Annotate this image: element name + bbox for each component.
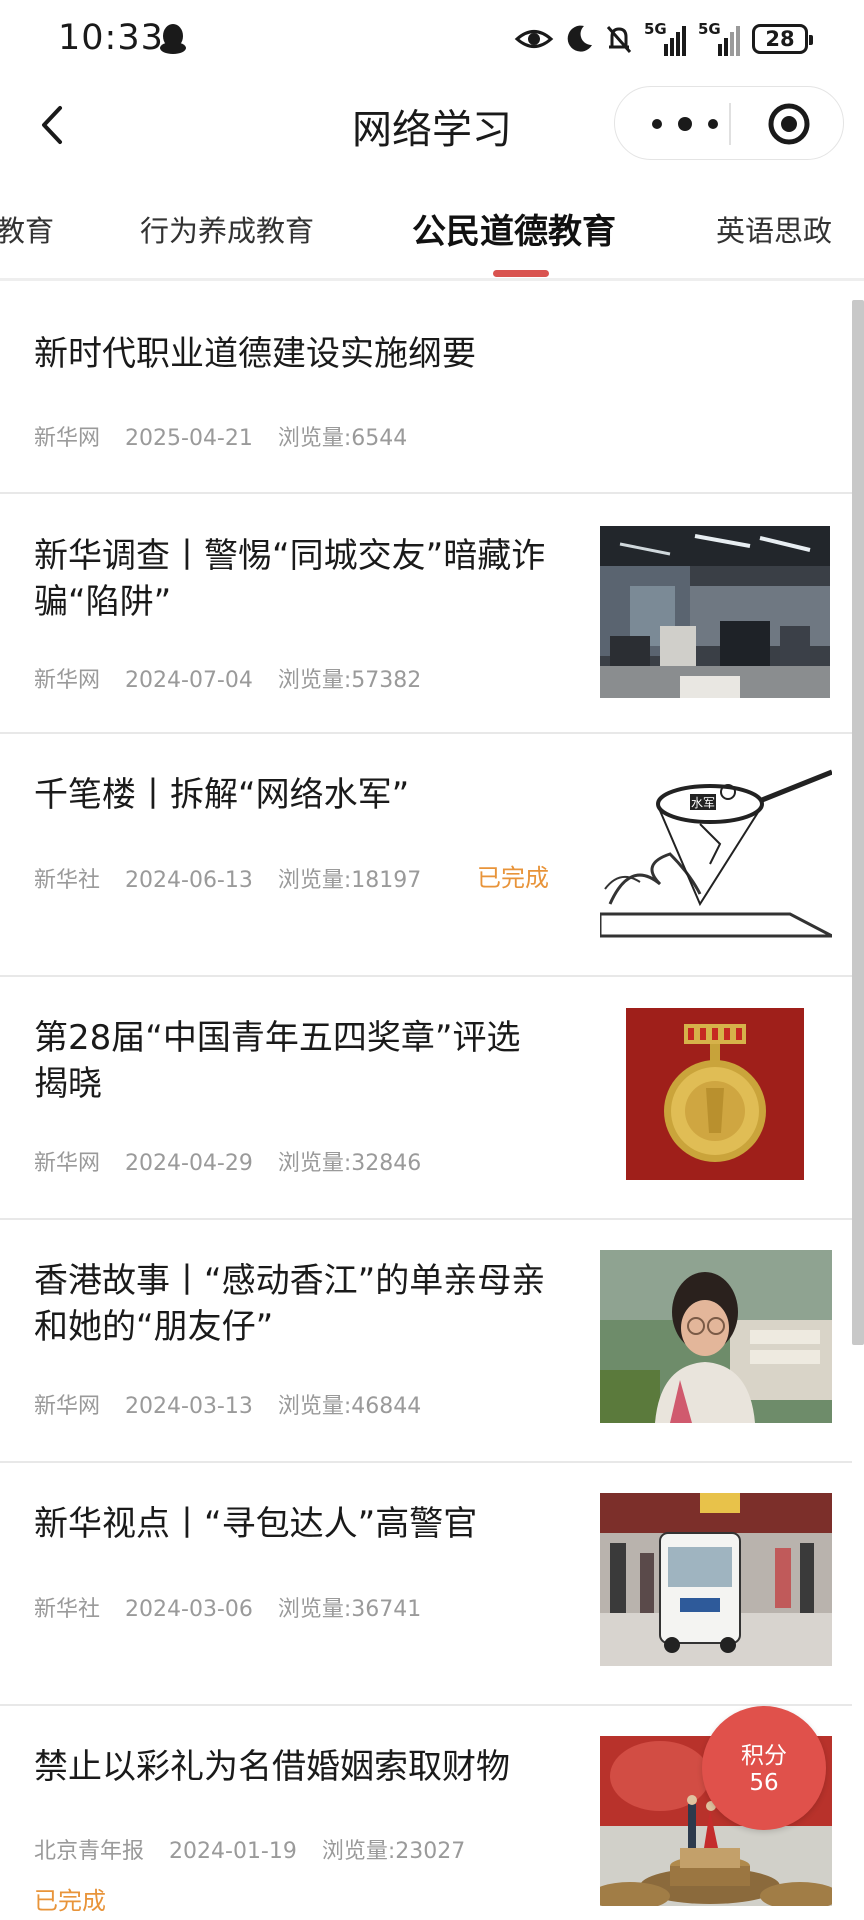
article-meta: 新华社 2024-03-06 浏览量:36741: [34, 1591, 439, 1623]
more-dots-icon[interactable]: [649, 117, 721, 131]
article-thumbnail: [600, 526, 830, 698]
article-title: 禁止以彩礼为名借婚姻索取财物: [34, 1747, 510, 1787]
list-item[interactable]: 千笔楼丨拆解“网络水军” 新华社 2024-06-13 浏览量:18197 已完…: [0, 734, 852, 977]
article-meta: 新华网 2024-07-04 浏览量:57382: [34, 662, 439, 694]
completed-badge: 已完成: [34, 1887, 106, 1915]
article-meta: 新华网 2025-04-21 浏览量:6544: [34, 420, 425, 452]
article-title: 新华视点丨“寻包达人”高警官: [34, 1504, 478, 1544]
active-tab-indicator: [493, 270, 549, 277]
list-item[interactable]: 新时代职业道德建设实施纲要 新华网 2025-04-21 浏览量:6544: [0, 281, 852, 494]
article-source: 新华网: [34, 426, 101, 451]
points-button[interactable]: 积分 56: [702, 1706, 826, 1830]
svg-text:水军: 水军: [691, 796, 715, 810]
qq-penguin-icon: [160, 24, 186, 54]
article-title: 千笔楼丨拆解“网络水军”: [34, 775, 410, 815]
points-value: 56: [749, 1770, 779, 1796]
article-views: 浏览量:46844: [277, 1394, 422, 1419]
article-meta: 新华社 2024-06-13 浏览量:18197: [34, 862, 439, 894]
tab-english-ideology[interactable]: 英语思政: [716, 208, 832, 250]
scrollbar[interactable]: [852, 300, 864, 1345]
article-meta: 新华网 2024-03-13 浏览量:46844: [34, 1388, 439, 1420]
tab-behavior-education[interactable]: 行为养成教育: [140, 208, 314, 250]
article-views: 浏览量:18197: [277, 868, 422, 893]
signal-5g-icon: 5G: [644, 20, 688, 58]
article-source: 新华社: [34, 1597, 101, 1622]
bell-muted-icon: [606, 26, 632, 53]
article-views: 浏览量:36741: [277, 1597, 422, 1622]
status-bar: 10:33 5G 5G 28: [0, 0, 864, 82]
article-date: 2024-01-19: [169, 1839, 297, 1864]
status-time: 10:33: [58, 18, 164, 58]
article-date: 2024-07-04: [125, 668, 253, 693]
article-date: 2025-04-21: [125, 426, 253, 451]
article-meta: 新华网 2024-04-29 浏览量:32846: [34, 1145, 439, 1177]
article-source: 新华网: [34, 1151, 101, 1176]
article-views: 浏览量:6544: [277, 426, 408, 451]
list-item[interactable]: 香港故事丨“感动香江”的单亲母亲和她的“朋友仔” 新华网 2024-03-13 …: [0, 1220, 852, 1463]
article-date: 2024-06-13: [125, 868, 253, 893]
navigation-bar: 网络学习: [0, 82, 864, 166]
category-tabs: 教育 行为养成教育 公民道德教育 英语思政: [0, 190, 864, 280]
article-views: 浏览量:57382: [277, 668, 422, 693]
moon-icon: [567, 25, 592, 52]
article-thumbnail: [600, 1250, 832, 1423]
article-thumbnail: [626, 1008, 804, 1180]
article-title: 新时代职业道德建设实施纲要: [34, 334, 476, 374]
article-title: 第28届“中国青年五四奖章”评选揭晓: [34, 1018, 521, 1104]
eye-icon: [514, 30, 554, 48]
article-views: 浏览量:32846: [277, 1151, 422, 1176]
article-date: 2024-04-29: [125, 1151, 253, 1176]
mini-program-capsule: [614, 86, 844, 160]
article-title: 新华调查丨警惕“同城交友”暗藏诈骗“陷阱”: [34, 536, 546, 622]
list-item[interactable]: 新华调查丨警惕“同城交友”暗藏诈骗“陷阱” 新华网 2024-07-04 浏览量…: [0, 494, 852, 734]
completed-badge: 已完成: [477, 864, 549, 892]
list-item[interactable]: 新华视点丨“寻包达人”高警官 新华社 2024-03-06 浏览量:36741: [0, 1463, 852, 1706]
article-views: 浏览量:23027: [321, 1839, 466, 1864]
signal-5g-icon: 5G: [698, 20, 742, 58]
points-label: 积分: [741, 1743, 787, 1769]
article-source: 新华社: [34, 868, 101, 893]
article-source: 北京青年报: [34, 1839, 145, 1864]
battery-icon: 28: [752, 24, 813, 54]
list-item[interactable]: 第28届“中国青年五四奖章”评选揭晓 新华网 2024-04-29 浏览量:32…: [0, 977, 852, 1220]
article-meta: 北京青年报 2024-01-19 浏览量:23027: [34, 1833, 483, 1865]
article-date: 2024-03-13: [125, 1394, 253, 1419]
article-date: 2024-03-06: [125, 1597, 253, 1622]
status-icons: 5G 5G 28: [514, 20, 813, 58]
tab-civic-moral-education[interactable]: 公民道德教育: [412, 204, 616, 253]
article-source: 新华网: [34, 668, 101, 693]
target-icon[interactable]: [767, 102, 811, 146]
article-source: 新华网: [34, 1394, 101, 1419]
capsule-divider: [729, 103, 731, 145]
article-thumbnail: 水军: [600, 764, 832, 939]
article-title: 香港故事丨“感动香江”的单亲母亲和她的“朋友仔”: [34, 1261, 546, 1347]
article-thumbnail: [600, 1493, 832, 1666]
tab-education[interactable]: 教育: [0, 208, 54, 250]
